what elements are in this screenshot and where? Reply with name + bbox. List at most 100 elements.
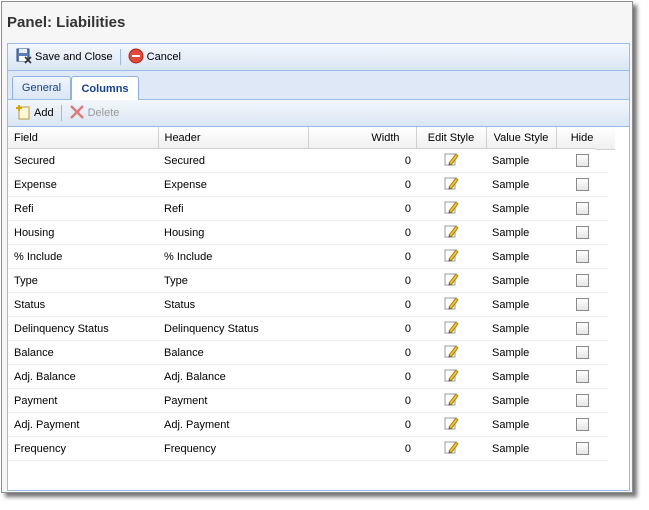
header-cell[interactable]: Refi xyxy=(158,196,308,221)
pencil-icon[interactable] xyxy=(443,367,459,386)
value-style-cell[interactable]: Sample xyxy=(486,244,556,269)
pencil-icon[interactable] xyxy=(443,199,459,218)
pencil-icon[interactable] xyxy=(443,319,459,338)
save-and-close-button[interactable]: Save and Close xyxy=(12,46,117,68)
header-cell[interactable]: Balance xyxy=(158,340,308,365)
pencil-icon[interactable] xyxy=(443,175,459,194)
edit-style-cell[interactable] xyxy=(416,220,486,245)
value-style-cell[interactable]: Sample xyxy=(486,364,556,389)
pencil-icon[interactable] xyxy=(443,271,459,290)
hide-checkbox[interactable] xyxy=(575,274,589,287)
table-row[interactable]: Housing Housing 0 Sample xyxy=(8,220,608,245)
width-cell[interactable]: 0 xyxy=(308,340,416,365)
hide-checkbox[interactable] xyxy=(575,442,589,455)
column-header-field[interactable]: Field xyxy=(8,127,159,149)
edit-style-cell[interactable] xyxy=(416,196,486,221)
table-row[interactable]: Frequency Frequency 0 Sample xyxy=(8,436,608,461)
value-style-cell[interactable]: Sample xyxy=(486,148,556,173)
width-cell[interactable]: 0 xyxy=(308,316,416,341)
value-style-cell[interactable]: Sample xyxy=(486,412,556,437)
header-cell[interactable]: Frequency xyxy=(158,436,308,461)
width-cell[interactable]: 0 xyxy=(308,388,416,413)
value-style-cell[interactable]: Sample xyxy=(486,172,556,197)
hide-checkbox[interactable] xyxy=(575,418,589,431)
width-cell[interactable]: 0 xyxy=(308,412,416,437)
edit-style-cell[interactable] xyxy=(416,316,486,341)
delete-button[interactable]: Delete xyxy=(65,102,124,124)
pencil-icon[interactable] xyxy=(443,247,459,266)
hide-checkbox[interactable] xyxy=(575,370,589,383)
edit-style-cell[interactable] xyxy=(416,148,486,173)
hide-checkbox[interactable] xyxy=(575,250,589,263)
table-row[interactable]: Status Status 0 Sample xyxy=(8,292,608,317)
edit-style-cell[interactable] xyxy=(416,436,486,461)
pencil-icon[interactable] xyxy=(443,415,459,434)
table-row[interactable]: Adj. Balance Adj. Balance 0 Sample xyxy=(8,364,608,389)
value-style-cell[interactable]: Sample xyxy=(486,436,556,461)
value-style-cell[interactable]: Sample xyxy=(486,292,556,317)
value-style-cell[interactable]: Sample xyxy=(486,316,556,341)
value-style-cell[interactable]: Sample xyxy=(486,388,556,413)
table-row[interactable]: Payment Payment 0 Sample xyxy=(8,388,608,413)
header-cell[interactable]: Delinquency Status xyxy=(158,316,308,341)
column-header-header[interactable]: Header xyxy=(158,127,309,149)
value-style-cell[interactable]: Sample xyxy=(486,268,556,293)
edit-style-cell[interactable] xyxy=(416,340,486,365)
pencil-icon[interactable] xyxy=(443,223,459,242)
hide-checkbox[interactable] xyxy=(575,298,589,311)
hide-checkbox[interactable] xyxy=(575,154,589,167)
width-cell[interactable]: 0 xyxy=(308,148,416,173)
hide-checkbox[interactable] xyxy=(575,178,589,191)
add-button[interactable]: Add xyxy=(11,102,58,124)
width-cell[interactable]: 0 xyxy=(308,436,416,461)
value-style-cell[interactable]: Sample xyxy=(486,220,556,245)
hide-checkbox[interactable] xyxy=(575,202,589,215)
edit-style-cell[interactable] xyxy=(416,364,486,389)
header-cell[interactable]: Adj. Payment xyxy=(158,412,308,437)
header-cell[interactable]: Housing xyxy=(158,220,308,245)
hide-checkbox[interactable] xyxy=(575,346,589,359)
edit-style-cell[interactable] xyxy=(416,412,486,437)
width-cell[interactable]: 0 xyxy=(308,244,416,269)
pencil-icon[interactable] xyxy=(443,343,459,362)
edit-style-cell[interactable] xyxy=(416,388,486,413)
header-cell[interactable]: Status xyxy=(158,292,308,317)
column-header-edit-style[interactable]: Edit Style xyxy=(416,127,487,149)
width-cell[interactable]: 0 xyxy=(308,292,416,317)
tab-general[interactable]: General xyxy=(12,76,71,99)
hide-checkbox[interactable] xyxy=(575,394,589,407)
tab-columns[interactable]: Columns xyxy=(71,76,139,100)
header-cell[interactable]: Type xyxy=(158,268,308,293)
column-header-width[interactable]: Width xyxy=(308,127,417,149)
column-header-value-style[interactable]: Value Style xyxy=(486,127,557,149)
pencil-icon[interactable] xyxy=(443,151,459,170)
value-style-cell[interactable]: Sample xyxy=(486,340,556,365)
edit-style-cell[interactable] xyxy=(416,172,486,197)
cancel-button[interactable]: Cancel xyxy=(124,46,185,68)
table-row[interactable]: Refi Refi 0 Sample xyxy=(8,196,608,221)
header-cell[interactable]: Secured xyxy=(158,148,308,173)
width-cell[interactable]: 0 xyxy=(308,196,416,221)
table-row[interactable]: Delinquency Status Delinquency Status 0 … xyxy=(8,316,608,341)
width-cell[interactable]: 0 xyxy=(308,364,416,389)
width-cell[interactable]: 0 xyxy=(308,268,416,293)
pencil-icon[interactable] xyxy=(443,439,459,458)
edit-style-cell[interactable] xyxy=(416,244,486,269)
width-cell[interactable]: 0 xyxy=(308,172,416,197)
table-row[interactable]: Expense Expense 0 Sample xyxy=(8,172,608,197)
edit-style-cell[interactable] xyxy=(416,268,486,293)
table-row[interactable]: Type Type 0 Sample xyxy=(8,268,608,293)
edit-style-cell[interactable] xyxy=(416,292,486,317)
table-row[interactable]: Balance Balance 0 Sample xyxy=(8,340,608,365)
hide-checkbox[interactable] xyxy=(575,322,589,335)
table-row[interactable]: Adj. Payment Adj. Payment 0 Sample xyxy=(8,412,608,437)
header-cell[interactable]: Payment xyxy=(158,388,308,413)
header-cell[interactable]: Adj. Balance xyxy=(158,364,308,389)
pencil-icon[interactable] xyxy=(443,391,459,410)
hide-checkbox[interactable] xyxy=(575,226,589,239)
width-cell[interactable]: 0 xyxy=(308,220,416,245)
table-row[interactable]: % Include % Include 0 Sample xyxy=(8,244,608,269)
table-row[interactable]: Secured Secured 0 Sample xyxy=(8,148,608,173)
value-style-cell[interactable]: Sample xyxy=(486,196,556,221)
header-cell[interactable]: Expense xyxy=(158,172,308,197)
